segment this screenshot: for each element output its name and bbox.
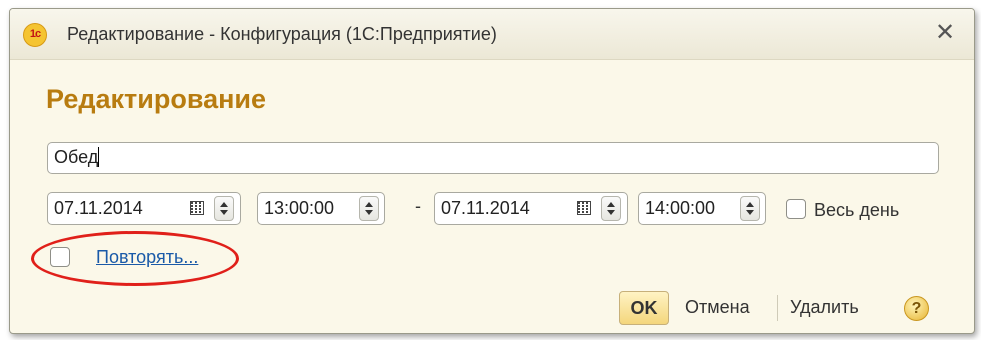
text-cursor bbox=[98, 147, 100, 167]
cancel-button[interactable]: Отмена bbox=[685, 297, 750, 318]
help-icon[interactable]: ? bbox=[904, 296, 929, 321]
logo-text: 1c bbox=[29, 28, 41, 40]
end-date-field[interactable]: 07.11.2014 bbox=[434, 192, 628, 225]
start-date-field[interactable]: 07.11.2014 bbox=[47, 192, 241, 225]
delete-button[interactable]: Удалить bbox=[790, 297, 859, 318]
form-heading: Редактирование bbox=[46, 84, 267, 114]
ok-button[interactable]: OK bbox=[619, 291, 669, 325]
end-date-value: 07.11.2014 bbox=[441, 198, 530, 218]
end-time-value: 14:00:00 bbox=[645, 198, 716, 218]
start-date-spinner-icon[interactable] bbox=[214, 196, 234, 221]
description-input[interactable]: Обед bbox=[47, 142, 939, 174]
range-separator: - bbox=[415, 196, 421, 216]
highlight-ellipse bbox=[31, 231, 239, 286]
start-time-spinner-icon[interactable] bbox=[359, 196, 379, 221]
end-time-field[interactable]: 14:00:00 bbox=[638, 192, 766, 225]
close-icon[interactable]: ✕ bbox=[932, 19, 958, 47]
end-date-spinner-icon[interactable] bbox=[601, 196, 621, 221]
dialog-window: 1c Редактирование - Конфигурация (1С:Пре… bbox=[9, 8, 975, 334]
calendar-icon[interactable] bbox=[190, 201, 204, 215]
window-title: Редактирование - Конфигурация (1С:Предпр… bbox=[67, 24, 497, 44]
all-day-label[interactable]: Весь день bbox=[814, 200, 899, 221]
title-bar: 1c Редактирование - Конфигурация (1С:Пре… bbox=[10, 9, 974, 60]
start-time-value: 13:00:00 bbox=[264, 198, 335, 218]
calendar-icon[interactable] bbox=[577, 201, 591, 215]
end-time-spinner-icon[interactable] bbox=[740, 196, 760, 221]
1c-logo-icon: 1c bbox=[23, 23, 47, 47]
button-divider bbox=[777, 295, 778, 321]
description-value: Обед bbox=[54, 147, 99, 167]
start-time-field[interactable]: 13:00:00 bbox=[257, 192, 385, 225]
start-date-value: 07.11.2014 bbox=[54, 198, 143, 218]
all-day-checkbox[interactable] bbox=[786, 199, 806, 219]
